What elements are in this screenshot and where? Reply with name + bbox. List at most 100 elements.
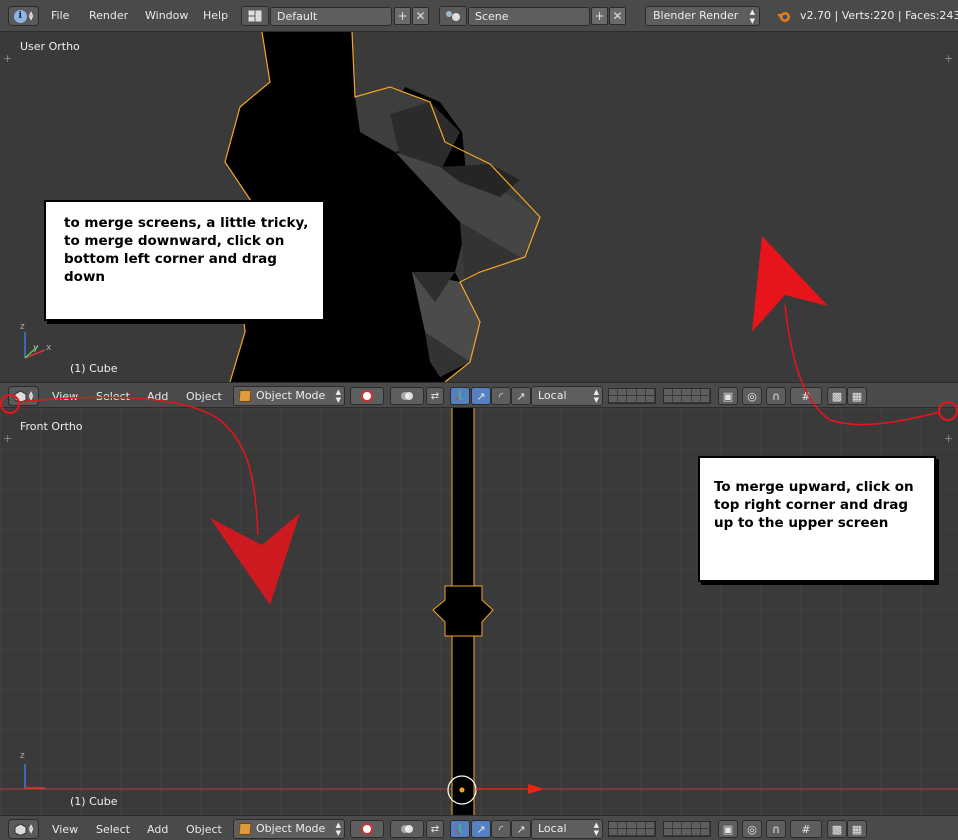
render-animation-button[interactable]: ▦ <box>847 387 867 405</box>
annotation-merge-upward: To merge upward, click on top right corn… <box>698 456 936 582</box>
view-title: Front Ortho <box>20 420 83 433</box>
layers-grid-2[interactable] <box>663 388 711 404</box>
layers-grid-1[interactable] <box>608 388 656 404</box>
camera-icon: ▩ <box>831 822 843 836</box>
scene-stats: v2.70 | Verts:220 | Faces:243 | <box>800 9 958 22</box>
pivot-select[interactable] <box>390 820 424 838</box>
snap-element-select[interactable]: # <box>790 387 822 405</box>
render-animation-button[interactable]: ▦ <box>847 820 867 838</box>
render-opengl-button[interactable]: ▩ <box>827 820 847 838</box>
view3d-header-top: ▲ ▼ View Select Add Object Object Mode ▲ ▼… <box>0 382 958 408</box>
scene-browse-button[interactable] <box>439 6 467 26</box>
info-header: i ▲ ▼ File Render Window Help Default + ✕… <box>0 0 958 32</box>
menu-object[interactable]: Object <box>186 390 222 403</box>
manipulator-toggle[interactable] <box>450 387 470 405</box>
menu-view[interactable]: View <box>52 823 78 836</box>
layers-grid-1[interactable] <box>608 821 656 837</box>
rotate-icon: ◜ <box>498 822 504 836</box>
mode-label: Object Mode <box>256 389 326 402</box>
info-icon: i <box>13 9 27 23</box>
menu-view[interactable]: View <box>52 390 78 403</box>
editor-type-button[interactable]: ▲ ▼ <box>8 819 39 839</box>
screen-layout-field[interactable]: Default <box>270 7 392 26</box>
plus-icon: + <box>397 9 408 23</box>
plus-icon: + <box>594 9 605 23</box>
shading-select[interactable] <box>350 387 384 405</box>
rotate-button[interactable]: ◜ <box>491 387 511 405</box>
transform-orientation-select[interactable]: Local ▲ ▼ <box>531 386 603 406</box>
updown-arrows-icon: ▲ ▼ <box>28 823 34 835</box>
manipulate-center-button[interactable]: ⇄ <box>426 387 444 405</box>
shading-icon <box>361 390 373 402</box>
object-mode-select[interactable]: Object Mode ▲ ▼ <box>233 386 345 406</box>
editor-type-button[interactable]: i ▲ ▼ <box>8 6 39 26</box>
screen-layout-browse-button[interactable] <box>241 6 269 26</box>
scene-field[interactable]: Scene <box>468 7 590 26</box>
updown-arrows-icon: ▲ ▼ <box>335 821 341 837</box>
annotation-merge-downward: to merge screens, a little tricky, to me… <box>44 200 325 321</box>
layers-grid-2[interactable] <box>663 821 711 837</box>
editor-type-button[interactable]: ▲ ▼ <box>8 386 39 406</box>
menu-file[interactable]: File <box>51 9 69 22</box>
snap-element-select[interactable]: # <box>790 820 822 838</box>
add-scene-button[interactable]: + <box>591 7 608 25</box>
lock-layers-button[interactable]: ▣ <box>718 820 738 838</box>
render-engine-label: Blender Render <box>653 9 739 22</box>
region-toggle-right[interactable]: + <box>944 52 953 65</box>
camera-icon: ▩ <box>831 389 843 403</box>
menu-object[interactable]: Object <box>186 823 222 836</box>
scale-icon: ↗ <box>516 389 526 403</box>
clapper-icon: ▦ <box>851 389 863 403</box>
grid-snap-icon: # <box>801 822 811 836</box>
render-opengl-button[interactable]: ▩ <box>827 387 847 405</box>
lock-layers-button[interactable]: ▣ <box>718 387 738 405</box>
manipulator-toggle[interactable] <box>450 820 470 838</box>
updown-arrows-icon: ▲ ▼ <box>593 388 599 404</box>
layout-icon <box>248 10 262 22</box>
pivot-select[interactable] <box>390 387 424 405</box>
lock-icon: ▣ <box>722 822 734 836</box>
add-screen-button[interactable]: + <box>394 7 411 25</box>
render-engine-select[interactable]: Blender Render ▲ ▼ <box>645 6 760 26</box>
shading-select[interactable] <box>350 820 384 838</box>
orientation-label: Local <box>538 389 567 402</box>
object-mode-select[interactable]: Object Mode ▲ ▼ <box>233 819 345 839</box>
rotate-button[interactable]: ◜ <box>491 820 511 838</box>
menu-add[interactable]: Add <box>147 390 168 403</box>
delete-screen-button[interactable]: ✕ <box>412 7 429 25</box>
scale-button[interactable]: ↗ <box>511 820 531 838</box>
circle-icon: ◎ <box>747 822 757 836</box>
scene-icon <box>446 11 460 21</box>
proportional-edit-button[interactable]: ◎ <box>742 387 762 405</box>
translate-button[interactable]: ↗ <box>471 387 491 405</box>
menu-add[interactable]: Add <box>147 823 168 836</box>
transform-orientation-select[interactable]: Local ▲ ▼ <box>531 819 603 839</box>
menu-help[interactable]: Help <box>203 9 228 22</box>
updown-arrows-icon: ▲ ▼ <box>28 390 34 402</box>
snap-button[interactable]: ∩ <box>766 820 786 838</box>
region-toggle-left[interactable]: + <box>3 52 12 65</box>
active-object-label: (1) Cube <box>70 795 118 808</box>
proportional-edit-button[interactable]: ◎ <box>742 820 762 838</box>
delete-scene-button[interactable]: ✕ <box>609 7 626 25</box>
menu-select[interactable]: Select <box>96 390 130 403</box>
region-toggle-left[interactable]: + <box>3 432 12 445</box>
axis-z-label: z <box>20 322 25 332</box>
translate-button[interactable]: ↗ <box>471 820 491 838</box>
menu-select[interactable]: Select <box>96 823 130 836</box>
menu-window[interactable]: Window <box>145 9 188 22</box>
scale-button[interactable]: ↗ <box>511 387 531 405</box>
manipulate-center-button[interactable]: ⇄ <box>426 820 444 838</box>
close-icon: ✕ <box>415 9 426 23</box>
region-toggle-right[interactable]: + <box>944 432 953 445</box>
snap-button[interactable]: ∩ <box>766 387 786 405</box>
lock-icon: ▣ <box>722 389 734 403</box>
menu-render[interactable]: Render <box>89 9 128 22</box>
arrow-icon: ↗ <box>476 822 486 836</box>
scale-icon: ↗ <box>516 822 526 836</box>
manipulator-icon <box>454 391 466 402</box>
updown-arrows-icon: ▲ ▼ <box>335 388 341 404</box>
axis-z-label: z <box>20 751 25 761</box>
mode-label: Object Mode <box>256 822 326 835</box>
axis-x-label: x <box>46 343 52 353</box>
